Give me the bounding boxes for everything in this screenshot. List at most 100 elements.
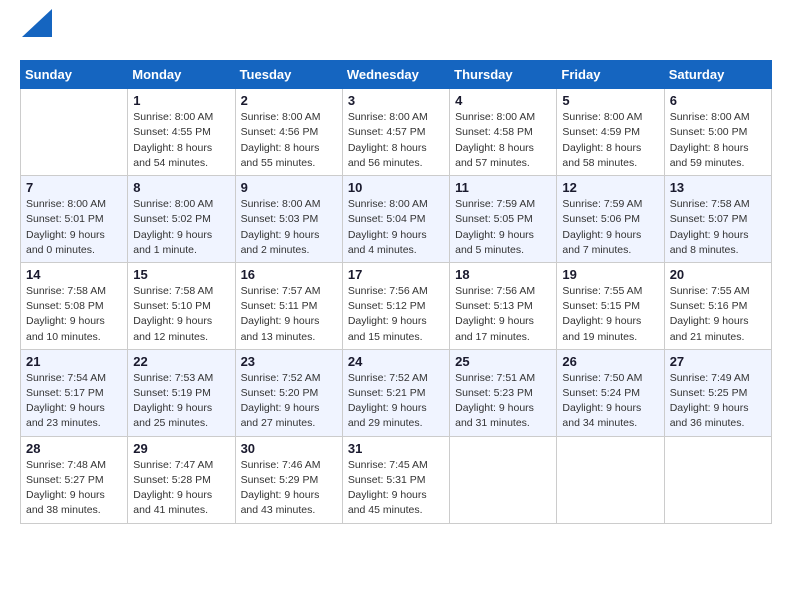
logo-icon (22, 9, 52, 37)
cell-3-1: 22Sunrise: 7:53 AMSunset: 5:19 PMDayligh… (128, 349, 235, 436)
day-info: Sunrise: 7:49 AMSunset: 5:25 PMDaylight:… (670, 371, 766, 432)
week-row-4: 28 Sunrise: 7:48 AMSunset: 5:27 PMDayligh… (21, 436, 772, 523)
cell-1-1: 8 Sunrise: 8:00 AMSunset: 5:02 PMDaylight… (128, 176, 235, 263)
cell-3-3: 24 Sunrise: 7:52 AMSunset: 5:21 PMDayligh… (342, 349, 449, 436)
day-info: Sunrise: 8:00 AMSunset: 4:57 PMDaylight:… (348, 110, 444, 171)
cell-3-2: 23 Sunrise: 7:52 AMSunset: 5:20 PMDayligh… (235, 349, 342, 436)
day-info: Sunrise: 7:47 AMSunset: 5:28 PMDaylight:… (133, 458, 229, 519)
header-thursday: Thursday (450, 61, 557, 89)
day-info: Sunrise: 8:00 AMSunset: 4:55 PMDaylight:… (133, 110, 229, 171)
day-info: Sunrise: 7:59 AMSunset: 5:06 PMDaylight:… (562, 197, 658, 258)
day-number: 7 (26, 180, 122, 195)
header-monday: Monday (128, 61, 235, 89)
calendar-body: 1 Sunrise: 8:00 AMSunset: 4:55 PMDaylight… (21, 89, 772, 523)
day-number: 28 (26, 441, 122, 456)
day-info: Sunrise: 8:00 AMSunset: 5:04 PMDaylight:… (348, 197, 444, 258)
cell-3-6: 27 Sunrise: 7:49 AMSunset: 5:25 PMDayligh… (664, 349, 771, 436)
day-number: 1 (133, 93, 229, 108)
day-info: Sunrise: 7:51 AMSunset: 5:23 PMDaylight:… (455, 371, 551, 432)
day-info: Sunrise: 7:53 AMSunset: 5:19 PMDaylight:… (133, 371, 229, 432)
day-number: 31 (348, 441, 444, 456)
day-info: Sunrise: 8:00 AMSunset: 5:01 PMDaylight:… (26, 197, 122, 258)
day-info: Sunrise: 7:46 AMSunset: 5:29 PMDaylight:… (241, 458, 337, 519)
cell-0-4: 4 Sunrise: 8:00 AMSunset: 4:58 PMDaylight… (450, 89, 557, 176)
day-number: 15 (133, 267, 229, 282)
day-number: 3 (348, 93, 444, 108)
day-number: 30 (241, 441, 337, 456)
cell-4-4 (450, 436, 557, 523)
day-info: Sunrise: 7:58 AMSunset: 5:07 PMDaylight:… (670, 197, 766, 258)
cell-4-3: 31 Sunrise: 7:45 AMSunset: 5:31 PMDayligh… (342, 436, 449, 523)
header-friday: Friday (557, 61, 664, 89)
cell-1-5: 12 Sunrise: 7:59 AMSunset: 5:06 PMDayligh… (557, 176, 664, 263)
day-info: Sunrise: 8:00 AMSunset: 4:58 PMDaylight:… (455, 110, 551, 171)
day-number: 18 (455, 267, 551, 282)
cell-1-3: 10 Sunrise: 8:00 AMSunset: 5:04 PMDayligh… (342, 176, 449, 263)
week-row-2: 14Sunrise: 7:58 AMSunset: 5:08 PMDayligh… (21, 262, 772, 349)
day-number: 9 (241, 180, 337, 195)
day-number: 27 (670, 354, 766, 369)
day-info: Sunrise: 8:00 AMSunset: 4:56 PMDaylight:… (241, 110, 337, 171)
day-info: Sunrise: 7:58 AMSunset: 5:08 PMDaylight:… (26, 284, 122, 345)
cell-2-5: 19 Sunrise: 7:55 AMSunset: 5:15 PMDayligh… (557, 262, 664, 349)
day-info: Sunrise: 7:48 AMSunset: 5:27 PMDaylight:… (26, 458, 122, 519)
week-row-0: 1 Sunrise: 8:00 AMSunset: 4:55 PMDaylight… (21, 89, 772, 176)
cell-4-2: 30 Sunrise: 7:46 AMSunset: 5:29 PMDayligh… (235, 436, 342, 523)
day-info: Sunrise: 7:45 AMSunset: 5:31 PMDaylight:… (348, 458, 444, 519)
cell-0-1: 1 Sunrise: 8:00 AMSunset: 4:55 PMDaylight… (128, 89, 235, 176)
day-info: Sunrise: 7:54 AMSunset: 5:17 PMDaylight:… (26, 371, 122, 432)
cell-2-6: 20Sunrise: 7:55 AMSunset: 5:16 PMDayligh… (664, 262, 771, 349)
day-info: Sunrise: 7:56 AMSunset: 5:12 PMDaylight:… (348, 284, 444, 345)
header-saturday: Saturday (664, 61, 771, 89)
day-number: 4 (455, 93, 551, 108)
cell-0-3: 3 Sunrise: 8:00 AMSunset: 4:57 PMDaylight… (342, 89, 449, 176)
page-header (20, 20, 772, 44)
calendar-table: SundayMondayTuesdayWednesdayThursdayFrid… (20, 60, 772, 523)
cell-4-1: 29Sunrise: 7:47 AMSunset: 5:28 PMDayligh… (128, 436, 235, 523)
day-number: 2 (241, 93, 337, 108)
cell-3-5: 26 Sunrise: 7:50 AMSunset: 5:24 PMDayligh… (557, 349, 664, 436)
day-number: 13 (670, 180, 766, 195)
cell-4-0: 28 Sunrise: 7:48 AMSunset: 5:27 PMDayligh… (21, 436, 128, 523)
cell-3-4: 25 Sunrise: 7:51 AMSunset: 5:23 PMDayligh… (450, 349, 557, 436)
cell-2-4: 18Sunrise: 7:56 AMSunset: 5:13 PMDayligh… (450, 262, 557, 349)
cell-0-2: 2 Sunrise: 8:00 AMSunset: 4:56 PMDaylight… (235, 89, 342, 176)
cell-3-0: 21 Sunrise: 7:54 AMSunset: 5:17 PMDayligh… (21, 349, 128, 436)
header-wednesday: Wednesday (342, 61, 449, 89)
day-number: 6 (670, 93, 766, 108)
day-number: 11 (455, 180, 551, 195)
day-info: Sunrise: 7:55 AMSunset: 5:15 PMDaylight:… (562, 284, 658, 345)
day-number: 19 (562, 267, 658, 282)
day-info: Sunrise: 7:52 AMSunset: 5:21 PMDaylight:… (348, 371, 444, 432)
cell-1-4: 11Sunrise: 7:59 AMSunset: 5:05 PMDayligh… (450, 176, 557, 263)
day-info: Sunrise: 7:52 AMSunset: 5:20 PMDaylight:… (241, 371, 337, 432)
day-number: 16 (241, 267, 337, 282)
day-number: 17 (348, 267, 444, 282)
day-number: 10 (348, 180, 444, 195)
cell-2-0: 14Sunrise: 7:58 AMSunset: 5:08 PMDayligh… (21, 262, 128, 349)
day-number: 5 (562, 93, 658, 108)
day-number: 26 (562, 354, 658, 369)
cell-1-0: 7 Sunrise: 8:00 AMSunset: 5:01 PMDaylight… (21, 176, 128, 263)
cell-4-6 (664, 436, 771, 523)
day-number: 24 (348, 354, 444, 369)
header-tuesday: Tuesday (235, 61, 342, 89)
day-number: 12 (562, 180, 658, 195)
cell-1-2: 9Sunrise: 8:00 AMSunset: 5:03 PMDaylight… (235, 176, 342, 263)
cell-0-0 (21, 89, 128, 176)
day-info: Sunrise: 7:58 AMSunset: 5:10 PMDaylight:… (133, 284, 229, 345)
day-number: 23 (241, 354, 337, 369)
logo (20, 20, 52, 44)
day-number: 25 (455, 354, 551, 369)
day-info: Sunrise: 7:50 AMSunset: 5:24 PMDaylight:… (562, 371, 658, 432)
cell-4-5 (557, 436, 664, 523)
day-number: 21 (26, 354, 122, 369)
week-row-3: 21 Sunrise: 7:54 AMSunset: 5:17 PMDayligh… (21, 349, 772, 436)
day-number: 8 (133, 180, 229, 195)
day-info: Sunrise: 7:55 AMSunset: 5:16 PMDaylight:… (670, 284, 766, 345)
cell-2-3: 17 Sunrise: 7:56 AMSunset: 5:12 PMDayligh… (342, 262, 449, 349)
day-info: Sunrise: 8:00 AMSunset: 5:02 PMDaylight:… (133, 197, 229, 258)
day-info: Sunrise: 8:00 AMSunset: 4:59 PMDaylight:… (562, 110, 658, 171)
header-sunday: Sunday (21, 61, 128, 89)
calendar-header-row: SundayMondayTuesdayWednesdayThursdayFrid… (21, 61, 772, 89)
